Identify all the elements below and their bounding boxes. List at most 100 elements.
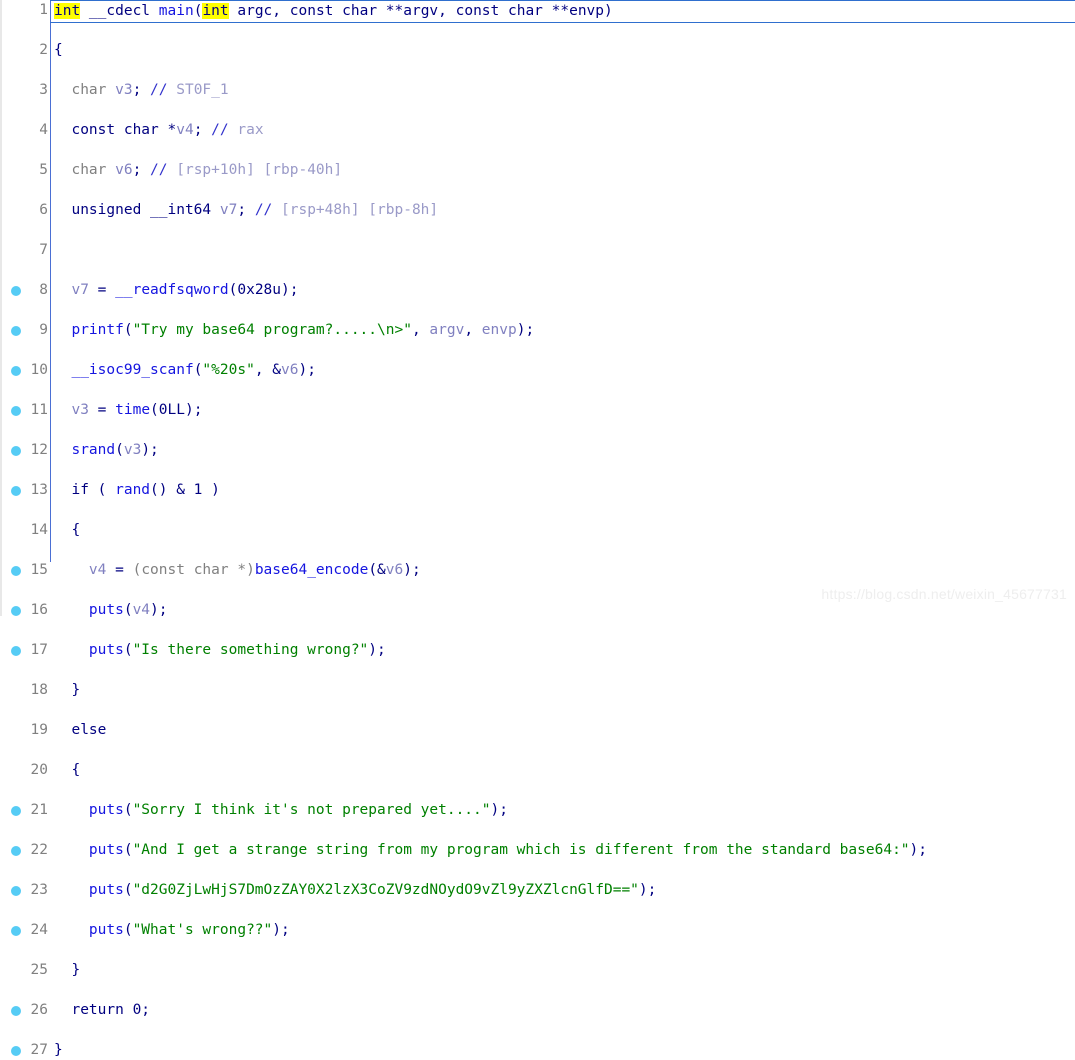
code-line[interactable]: 13 if ( rand() & 1 ) bbox=[0, 480, 1075, 500]
code-line-text[interactable]: char v3; // ST0F_1 bbox=[54, 80, 229, 100]
code-line-text[interactable]: v4 = (const char *)base64_encode(&v6); bbox=[54, 560, 421, 580]
code-token-str: "What's wrong??" bbox=[132, 922, 273, 938]
code-token-str: "Try my base64 program?.....\n>" bbox=[132, 322, 412, 338]
code-lines-container[interactable]: 1 int __cdecl main(int argc, const char *… bbox=[0, 0, 1075, 1058]
code-line-text[interactable]: } bbox=[54, 1040, 63, 1060]
code-line[interactable]: 26 return 0; bbox=[0, 1000, 1075, 1020]
code-token-plain: ( bbox=[123, 842, 133, 858]
code-line[interactable]: 22 puts("And I get a strange string from… bbox=[0, 840, 1075, 860]
line-number: 15 bbox=[30, 562, 48, 578]
code-line-text[interactable]: printf("Try my base64 program?.....\n>",… bbox=[54, 320, 534, 340]
code-line-text[interactable]: srand(v3); bbox=[54, 440, 159, 460]
code-line[interactable]: 27} bbox=[0, 1040, 1075, 1060]
code-token-plain: unsigned __int64 bbox=[54, 202, 220, 218]
code-line-text[interactable]: puts("Sorry I think it's not prepared ye… bbox=[54, 800, 508, 820]
code-token-hl: int bbox=[202, 3, 229, 19]
code-token-plain: = bbox=[88, 282, 116, 298]
code-line-text[interactable]: __isoc99_scanf("%20s", &v6); bbox=[54, 360, 316, 380]
code-line[interactable]: 12 srand(v3); bbox=[0, 440, 1075, 460]
code-line[interactable]: 1 int __cdecl main(int argc, const char *… bbox=[0, 0, 1075, 20]
line-number: 16 bbox=[30, 602, 48, 618]
code-line[interactable]: 15 v4 = (const char *)base64_encode(&v6)… bbox=[0, 560, 1075, 580]
code-line[interactable]: 14 { bbox=[0, 520, 1075, 540]
code-line[interactable]: 10 __isoc99_scanf("%20s", &v6); bbox=[0, 360, 1075, 380]
code-token-cmtmark: // bbox=[254, 202, 273, 218]
code-token-fn: puts bbox=[54, 882, 124, 898]
code-token-cmt: ST0F_1 bbox=[167, 82, 229, 98]
code-token-str: "And I get a strange string from my prog… bbox=[132, 842, 910, 858]
code-token-plain: ); bbox=[909, 842, 927, 858]
code-line[interactable]: 18 } bbox=[0, 680, 1075, 700]
code-line-text[interactable]: v7 = __readfsqword(0x28u); bbox=[54, 280, 298, 300]
code-token-plain: ); bbox=[368, 642, 386, 658]
line-number: 19 bbox=[30, 722, 48, 738]
code-line[interactable]: 24 puts("What's wrong??"); bbox=[0, 920, 1075, 940]
code-line-text[interactable]: { bbox=[54, 760, 80, 780]
code-line[interactable]: 16 puts(v4); bbox=[0, 600, 1075, 620]
line-number: 17 bbox=[30, 642, 48, 658]
code-token-var: v4 bbox=[176, 122, 194, 138]
code-line-text[interactable]: char v6; // [rsp+10h] [rbp-40h] bbox=[54, 160, 342, 180]
code-token-var: v6 bbox=[385, 562, 404, 578]
code-token-plain: __cdecl bbox=[80, 3, 159, 19]
code-token-plain: const char * bbox=[54, 122, 177, 138]
code-token-plain: (& bbox=[368, 562, 386, 578]
code-token-fn: time bbox=[115, 402, 151, 418]
code-line[interactable]: 9 printf("Try my base64 program?.....\n>… bbox=[0, 320, 1075, 340]
code-line[interactable]: 25 } bbox=[0, 960, 1075, 980]
code-line[interactable]: 20 { bbox=[0, 760, 1075, 780]
code-line-text[interactable]: return 0; bbox=[54, 1000, 150, 1020]
code-line[interactable]: 11 v3 = time(0LL); bbox=[0, 400, 1075, 420]
code-line-text[interactable]: puts("And I get a strange string from my… bbox=[54, 840, 927, 860]
code-line-text[interactable]: else bbox=[54, 720, 106, 740]
code-line[interactable]: 8 v7 = __readfsqword(0x28u); bbox=[0, 280, 1075, 300]
code-line-text[interactable]: } bbox=[54, 680, 80, 700]
code-token-plain: { bbox=[54, 42, 63, 58]
code-line[interactable]: 3 char v3; // ST0F_1 bbox=[0, 80, 1075, 100]
code-line[interactable]: 7 bbox=[0, 240, 1075, 260]
pseudocode-editor[interactable]: 1 int __cdecl main(int argc, const char *… bbox=[0, 0, 1075, 1058]
code-line[interactable]: 2{ bbox=[0, 40, 1075, 60]
watermark-text: https://blog.csdn.net/weixin_45677731 bbox=[821, 586, 1067, 602]
code-token-fn: base64_encode bbox=[254, 562, 369, 578]
code-line[interactable]: 17 puts("Is there something wrong?"); bbox=[0, 640, 1075, 660]
code-line[interactable]: 21 puts("Sorry I think it's not prepared… bbox=[0, 800, 1075, 820]
code-line[interactable]: 5 char v6; // [rsp+10h] [rbp-40h] bbox=[0, 160, 1075, 180]
code-token-fn: srand bbox=[54, 442, 116, 458]
code-token-cmt: rax bbox=[228, 122, 264, 138]
code-token-fn: puts bbox=[54, 842, 124, 858]
code-line-text[interactable]: unsigned __int64 v7; // [rsp+48h] [rbp-8… bbox=[54, 200, 438, 220]
code-line[interactable]: 19 else bbox=[0, 720, 1075, 740]
code-line-text[interactable]: { bbox=[54, 40, 63, 60]
code-token-plain: ( bbox=[123, 802, 133, 818]
code-token-cmtmark: // bbox=[211, 122, 229, 138]
code-token-plain: ); bbox=[141, 442, 159, 458]
code-line-text[interactable]: const char *v4; // rax bbox=[54, 120, 264, 140]
code-line-text[interactable]: if ( rand() & 1 ) bbox=[54, 480, 219, 500]
code-line-text[interactable]: { bbox=[54, 520, 80, 540]
code-token-plain: if ( bbox=[54, 482, 116, 498]
code-line-text[interactable]: puts("d2G0ZjLwHjS7DmOzZAY0X2lzX3CoZV9zdN… bbox=[54, 880, 656, 900]
code-token-plain: , & bbox=[254, 362, 282, 378]
code-token-plain: } bbox=[54, 1042, 63, 1058]
code-line-text[interactable]: v3 = time(0LL); bbox=[54, 400, 202, 420]
code-token-plain: argc, const char **argv, const char **en… bbox=[228, 3, 613, 19]
code-token-fn: rand bbox=[115, 482, 151, 498]
code-token-var: argv bbox=[429, 322, 465, 338]
code-token-var: v3 bbox=[54, 402, 89, 418]
code-line-text[interactable]: puts(v4); bbox=[54, 600, 168, 620]
code-line-text[interactable]: int __cdecl main(int argc, const char **… bbox=[54, 0, 613, 21]
code-line[interactable]: 6 unsigned __int64 v7; // [rsp+48h] [rbp… bbox=[0, 200, 1075, 220]
code-line-text[interactable]: puts("Is there something wrong?"); bbox=[54, 640, 386, 660]
code-line[interactable]: 4 const char *v4; // rax bbox=[0, 120, 1075, 140]
code-line-text[interactable]: } bbox=[54, 960, 80, 980]
code-token-plain: ; bbox=[132, 82, 151, 98]
code-line-text[interactable]: puts("What's wrong??"); bbox=[54, 920, 290, 940]
line-number: 25 bbox=[30, 962, 48, 978]
code-token-plain: ( bbox=[123, 882, 133, 898]
code-token-plain: ( bbox=[123, 922, 133, 938]
code-token-plain: , bbox=[411, 322, 430, 338]
code-line[interactable]: 23 puts("d2G0ZjLwHjS7DmOzZAY0X2lzX3CoZV9… bbox=[0, 880, 1075, 900]
code-token-fn: puts bbox=[54, 922, 124, 938]
code-token-var: v7 bbox=[219, 202, 238, 218]
